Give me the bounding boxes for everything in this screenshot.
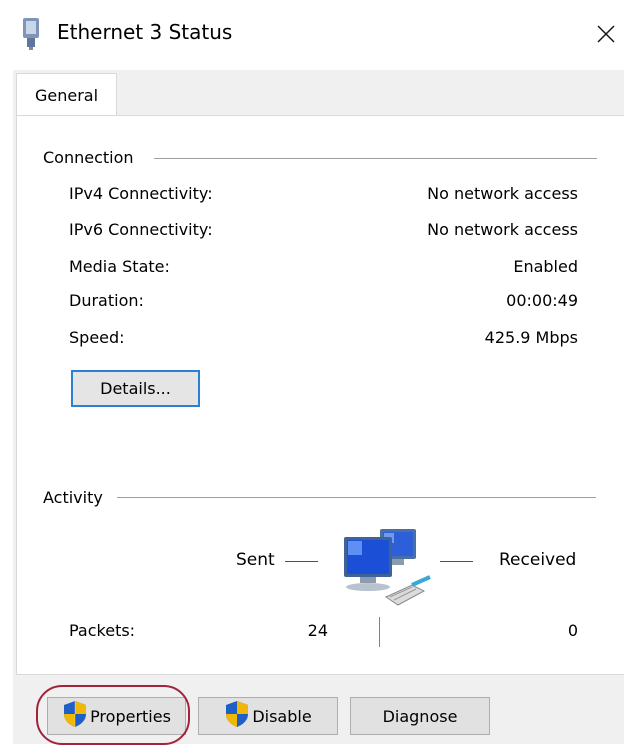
media-state-value: Enabled bbox=[513, 257, 578, 276]
ipv6-connectivity-label: IPv6 Connectivity: bbox=[69, 220, 213, 239]
diagnose-button-label[interactable]: Diagnose bbox=[383, 707, 458, 726]
properties-button-label[interactable]: Properties bbox=[90, 707, 171, 726]
network-computers-icon bbox=[342, 527, 434, 611]
speed-label: Speed: bbox=[69, 328, 125, 347]
speed-value: 425.9 Mbps bbox=[484, 328, 578, 347]
status-window: Ethernet 3 Status General Connection IPv… bbox=[0, 0, 624, 745]
media-state-label: Media State: bbox=[69, 257, 170, 276]
disable-button[interactable]: Disable bbox=[198, 697, 338, 735]
sent-label: Sent bbox=[236, 550, 275, 570]
packets-separator bbox=[379, 617, 380, 647]
close-icon[interactable] bbox=[588, 12, 624, 52]
duration-value: 00:00:49 bbox=[506, 291, 578, 310]
duration-label: Duration: bbox=[69, 291, 144, 310]
ipv4-connectivity-label: IPv4 Connectivity: bbox=[69, 184, 213, 203]
activity-group-divider bbox=[117, 497, 596, 498]
connection-group-divider bbox=[154, 158, 597, 159]
packets-sent-value: 24 bbox=[307, 621, 328, 640]
ipv4-connectivity-value: No network access bbox=[427, 184, 578, 203]
network-adapter-icon bbox=[20, 18, 42, 50]
uac-shield-icon bbox=[224, 700, 252, 732]
packets-received-value: 0 bbox=[567, 621, 578, 640]
disable-button-label[interactable]: Disable bbox=[252, 707, 311, 726]
received-dash bbox=[440, 561, 473, 562]
tab-general[interactable]: General bbox=[16, 73, 117, 116]
window-title: Ethernet 3 Status bbox=[57, 20, 233, 44]
activity-group-label: Activity bbox=[43, 488, 103, 507]
connection-group-label: Connection bbox=[43, 148, 134, 167]
sent-dash bbox=[285, 561, 318, 562]
ipv6-connectivity-value: No network access bbox=[427, 220, 578, 239]
details-button[interactable]: Details... bbox=[71, 370, 200, 407]
title-bar: Ethernet 3 Status bbox=[0, 0, 624, 66]
uac-shield-icon bbox=[62, 700, 90, 732]
received-label: Received bbox=[499, 550, 577, 570]
diagnose-button[interactable]: Diagnose bbox=[350, 697, 490, 735]
details-button-label[interactable]: Details... bbox=[96, 377, 175, 400]
close-button[interactable] bbox=[588, 12, 624, 52]
properties-button[interactable]: Properties bbox=[47, 697, 186, 735]
packets-label: Packets: bbox=[69, 621, 136, 640]
